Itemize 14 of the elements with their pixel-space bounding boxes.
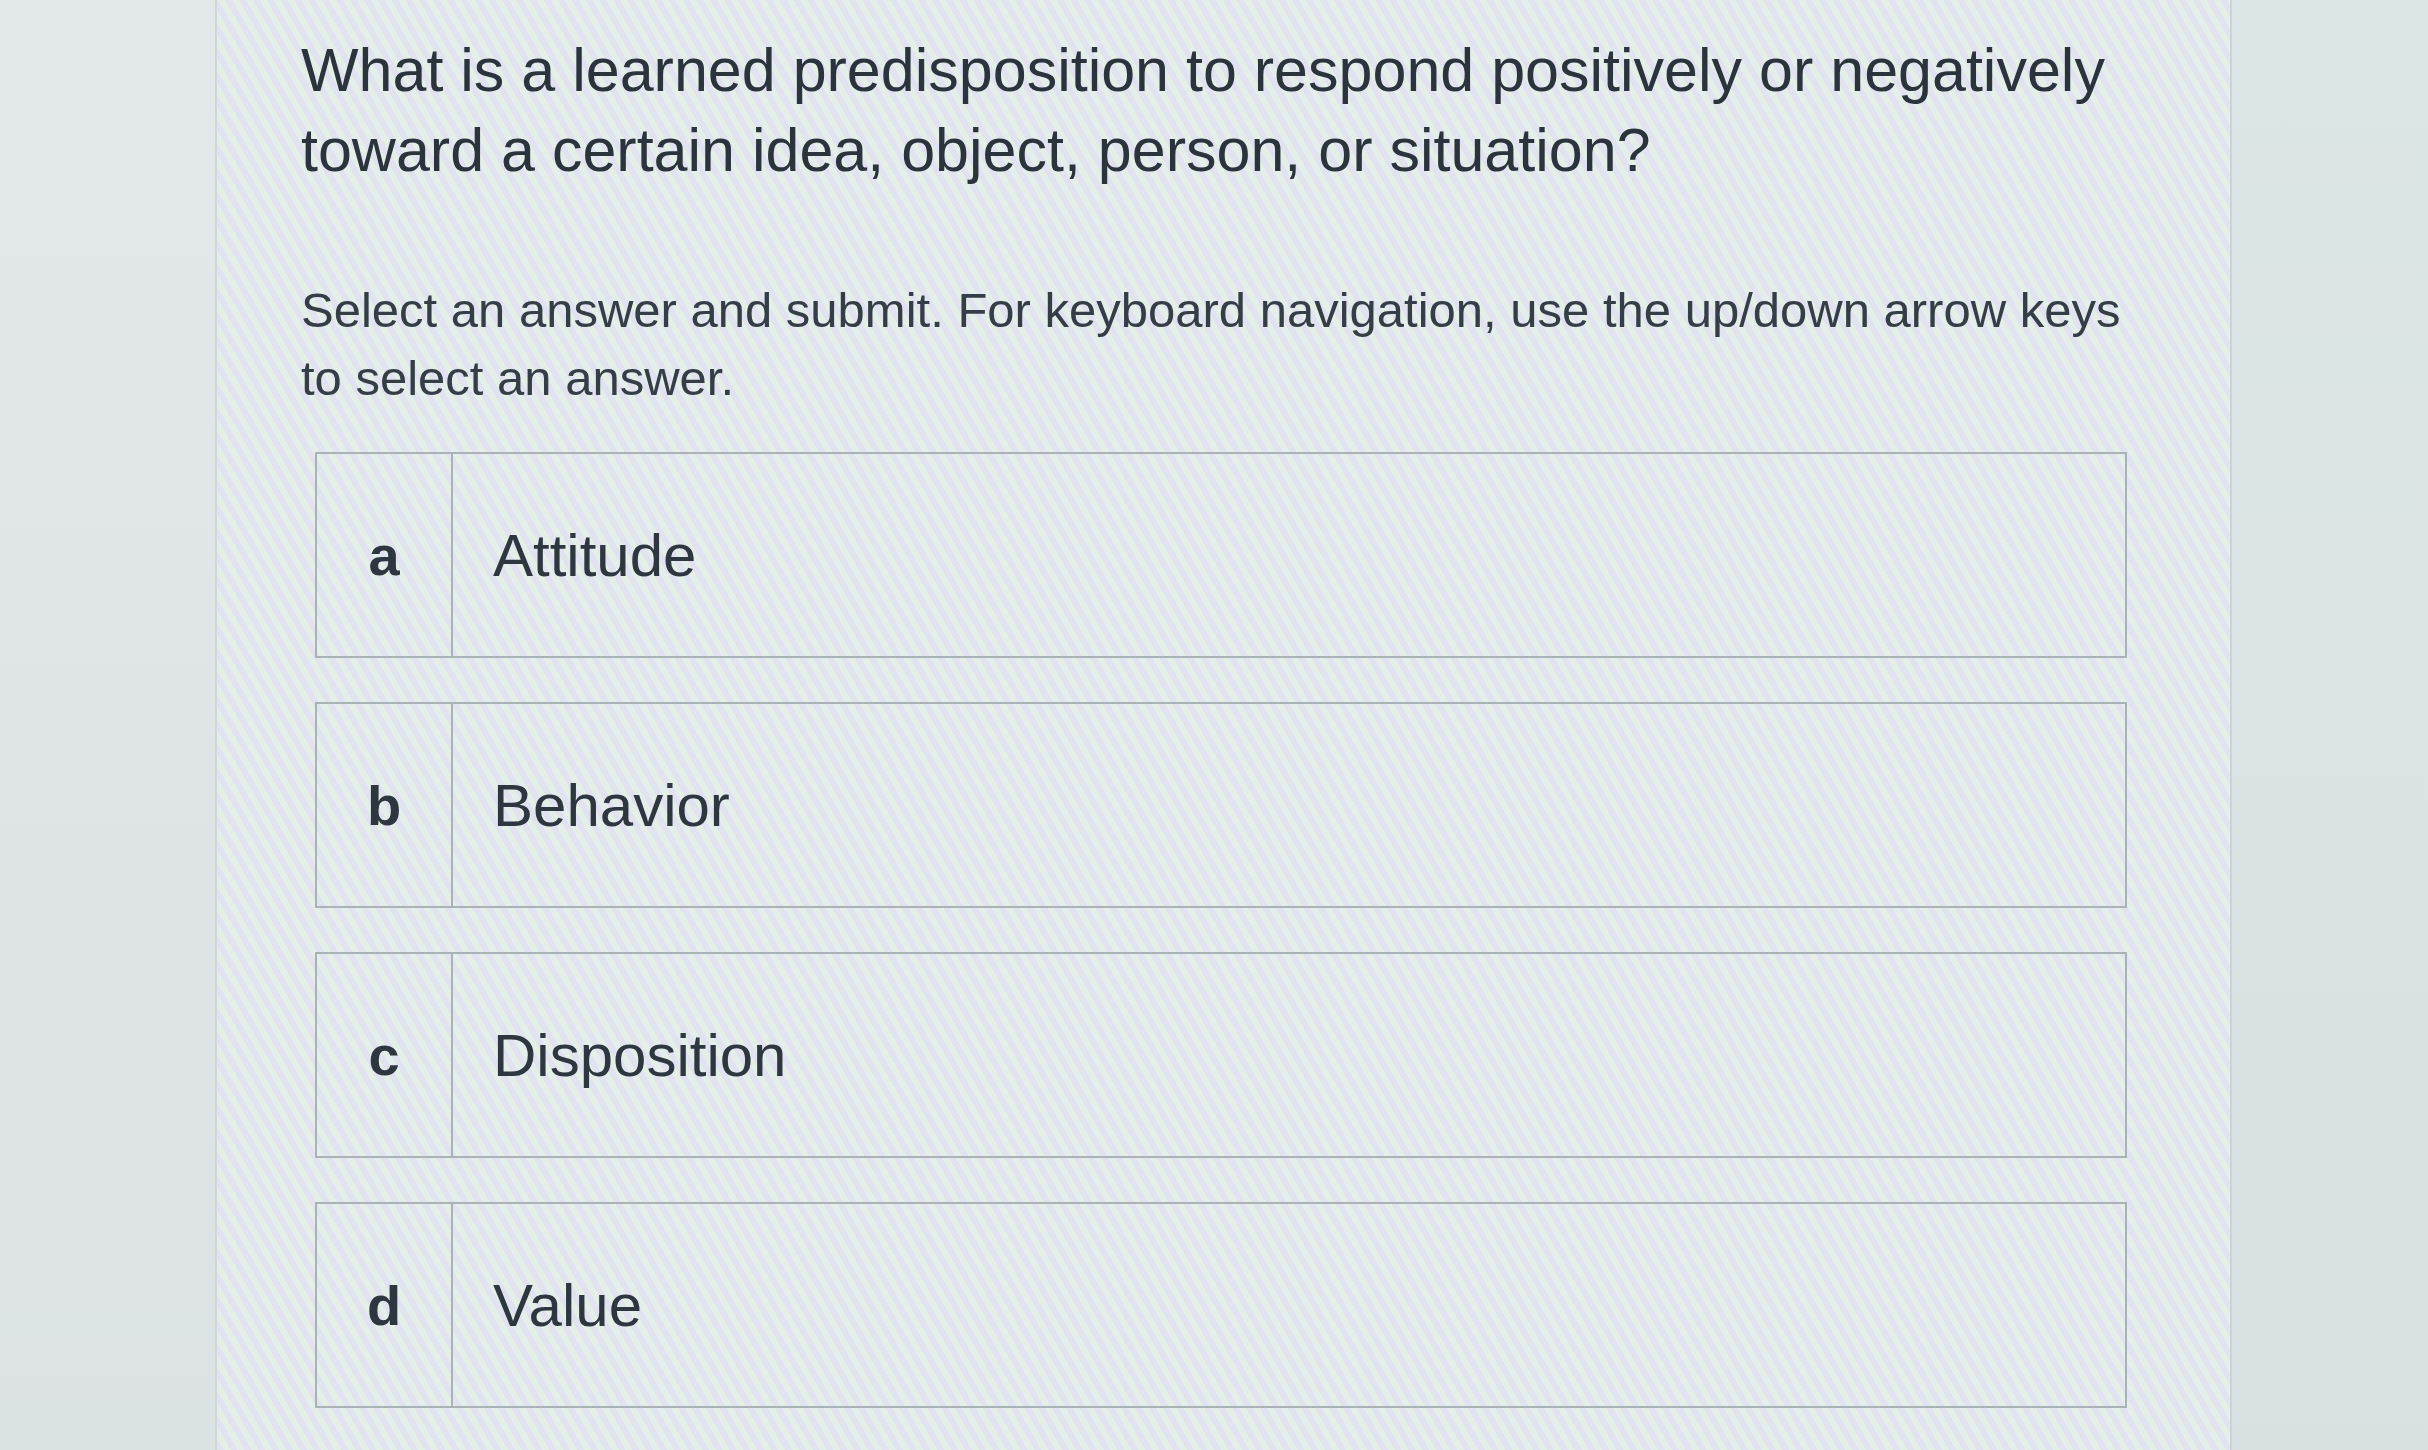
- answer-option[interactable]: c Disposition: [315, 952, 2127, 1158]
- option-label: Value: [492, 1270, 642, 1341]
- question-text: What is a learned predisposition to respond positively or negatively toward a certain idea, object, person, or situation?: [301, 35, 2106, 186]
- instructions-text: Select an answer and submit. For keyboard navigation, use the up/down arrow keys to select an answer.: [301, 282, 2122, 407]
- answer-option[interactable]: d Value: [315, 1202, 2127, 1408]
- option-label: Behavior: [492, 770, 730, 841]
- option-label: Attitude: [492, 520, 697, 591]
- option-letter: a: [317, 454, 453, 656]
- option-letter: d: [317, 1204, 453, 1406]
- option-letter: b: [317, 704, 453, 906]
- answer-option[interactable]: b Behavior: [315, 702, 2127, 908]
- option-label: Disposition: [492, 1020, 787, 1091]
- answer-option[interactable]: a Attitude: [315, 452, 2127, 658]
- option-letter: c: [317, 954, 453, 1156]
